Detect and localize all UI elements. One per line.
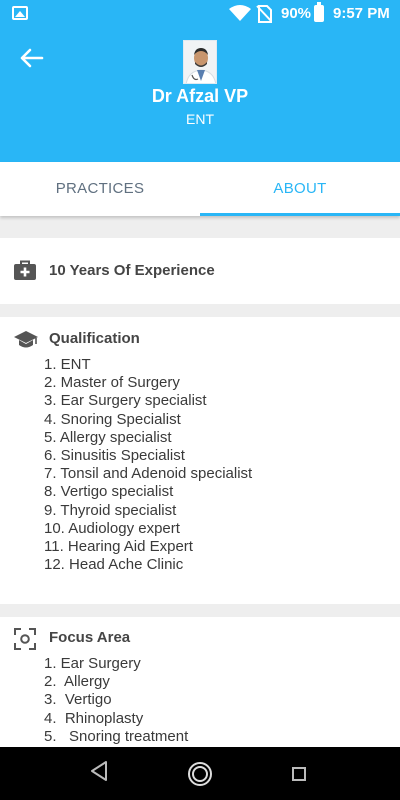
nav-back-icon[interactable] xyxy=(89,760,109,782)
tab-about-label: ABOUT xyxy=(273,180,327,197)
list-item: 6. Sinusitis Specialist xyxy=(44,446,185,464)
tab-bar: PRACTICES ABOUT xyxy=(0,162,400,216)
battery-percent: 90% xyxy=(281,5,312,22)
graduation-cap-icon xyxy=(14,331,38,348)
wifi-icon xyxy=(229,5,251,21)
experience-card: 10 Years Of Experience xyxy=(0,238,400,304)
nav-home-icon[interactable] xyxy=(187,761,213,787)
tab-about[interactable]: ABOUT xyxy=(200,162,400,216)
focus-center-icon xyxy=(14,628,36,650)
list-item: 5. Allergy specialist xyxy=(44,428,172,446)
battery-icon xyxy=(314,2,324,22)
list-item: 2. Allergy xyxy=(44,673,110,691)
list-item: 4. Snoring Specialist xyxy=(44,410,181,428)
list-item: 4. Rhinoplasty xyxy=(44,709,144,727)
list-item: 3. Ear Surgery specialist xyxy=(44,392,207,410)
list-item: 5. Snoring treatment xyxy=(44,727,189,745)
tab-selected-indicator xyxy=(200,213,400,216)
doctor-avatar xyxy=(183,40,217,84)
status-time: 9:57 PM xyxy=(333,5,390,22)
list-item: 8. Vertigo specialist xyxy=(44,483,174,501)
doctor-specialty: ENT xyxy=(186,111,214,127)
medical-bag-icon xyxy=(14,260,36,280)
tab-practices[interactable]: PRACTICES xyxy=(0,162,200,216)
list-item: 9. Thyroid specialist xyxy=(44,501,177,519)
image-notification-icon xyxy=(12,6,28,20)
qualification-list: 1. ENT 2. Master of Surgery 3. Ear Surge… xyxy=(44,356,252,574)
list-item: 1. ENT xyxy=(44,356,91,373)
focus-area-list: 1. Ear Surgery 2. Allergy 3. Vertigo 4. … xyxy=(44,655,188,746)
focus-area-card: Focus Area 1. Ear Surgery 2. Allergy 3. … xyxy=(0,617,400,757)
doctor-name: Dr Afzal VP xyxy=(151,86,249,106)
list-item: 3. Vertigo xyxy=(44,691,112,709)
system-nav-bar xyxy=(0,747,400,800)
list-item: 11. Hearing Aid Expert xyxy=(44,537,193,555)
focus-area-title: Focus Area xyxy=(49,629,131,646)
list-item: 12. Head Ache Clinic xyxy=(44,556,184,574)
experience-text: 10 Years Of Experience xyxy=(49,262,215,279)
list-item: 2. Master of Surgery xyxy=(44,374,180,392)
back-arrow-icon[interactable] xyxy=(18,46,46,70)
list-item: 1. Ear Surgery xyxy=(44,655,141,672)
qualification-title: Qualification xyxy=(49,330,140,347)
status-bar: 90% 9:57 PM xyxy=(0,0,400,28)
profile-header: Dr Afzal VP ENT xyxy=(0,28,400,162)
qualification-card: Qualification 1. ENT 2. Master of Surger… xyxy=(0,317,400,604)
no-sim-icon xyxy=(256,5,272,23)
list-item: 7. Tonsil and Adenoid specialist xyxy=(44,465,253,483)
list-item: 10. Audiology expert xyxy=(44,519,180,537)
nav-recents-icon[interactable] xyxy=(292,767,306,781)
